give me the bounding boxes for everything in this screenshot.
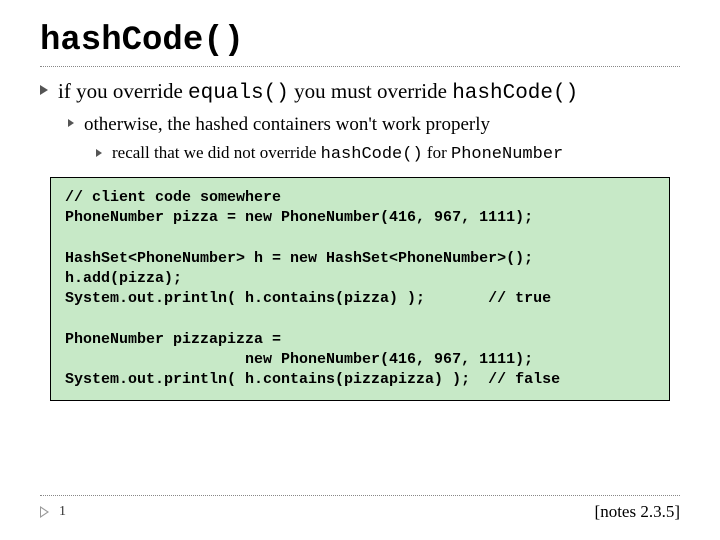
code-block: // client code somewhere PhoneNumber piz… <box>50 177 670 402</box>
nav-icon <box>40 506 49 518</box>
bullet-text: if you override equals() you must overri… <box>58 77 578 108</box>
bullet-icon <box>96 149 102 157</box>
bullet-level-0: if you override equals() you must overri… <box>40 77 680 108</box>
bullet-icon <box>40 85 48 95</box>
title-divider <box>40 66 680 67</box>
footer-divider <box>40 495 680 496</box>
bullet-level-2: recall that we did not override hashCode… <box>96 142 680 167</box>
notes-reference: [notes 2.3.5] <box>595 502 680 522</box>
slide-footer: 1 [notes 2.3.5] <box>40 495 680 522</box>
slide-title: hashCode() <box>40 22 680 60</box>
page-number: 1 <box>59 504 66 520</box>
bullet-text: otherwise, the hashed containers won't w… <box>84 112 490 138</box>
bullet-level-1: otherwise, the hashed containers won't w… <box>68 112 680 138</box>
bullet-icon <box>68 119 74 127</box>
bullet-text: recall that we did not override hashCode… <box>112 142 563 167</box>
